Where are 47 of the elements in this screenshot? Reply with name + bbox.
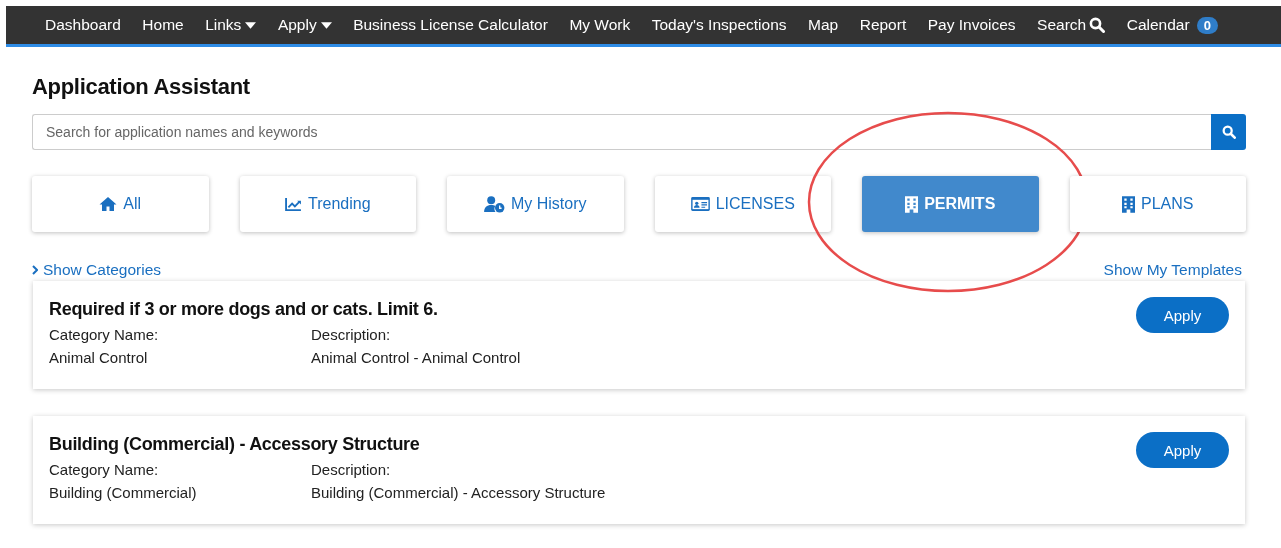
search-button[interactable] — [1211, 114, 1246, 150]
field-label: Category Name: — [49, 326, 160, 343]
apply-button[interactable]: Apply — [1136, 297, 1229, 333]
field-value: Building (Commercial) — [49, 484, 198, 501]
user-clock-icon — [483, 195, 505, 213]
category-tab[interactable]: LICENSES — [654, 176, 831, 232]
search-icon — [1089, 17, 1106, 33]
field-value: Animal Control - Animal Control — [311, 349, 521, 366]
show-templates-link[interactable]: Show My Templates — [1103, 259, 1242, 281]
field-label: Category Name: — [49, 461, 160, 478]
field-label: Description: — [311, 326, 392, 343]
application-title: Required if 3 or more dogs and or cats. Limit 6. — [49, 299, 439, 320]
caret-icon — [320, 21, 332, 29]
field-label: Description: — [311, 461, 392, 478]
chevron-right-icon — [32, 265, 38, 275]
chart-icon — [284, 197, 302, 211]
field-value: Animal Control — [49, 349, 149, 366]
nav-link[interactable]: My Work — [569, 16, 631, 34]
nav-link[interactable]: Calendar 0 — [1126, 16, 1218, 34]
nav-dropdown[interactable]: Links — [205, 16, 257, 34]
application-title: Building (Commercial) - Accessory Structure — [49, 434, 421, 455]
nav-link[interactable]: Map — [808, 16, 839, 34]
count-badge: 0 — [1196, 16, 1218, 34]
page-title: Application Assistant — [32, 74, 251, 101]
nav-link[interactable]: Today's Inspections — [651, 16, 787, 34]
category-tab[interactable]: All — [32, 176, 209, 232]
category-tab[interactable]: Trending — [239, 176, 416, 232]
nav-link[interactable]: Business License Calculator — [353, 16, 548, 34]
caret-icon — [245, 21, 257, 29]
category-tab[interactable]: PLANS — [1069, 176, 1246, 232]
category-tab[interactable]: My History — [447, 176, 624, 232]
nav-link[interactable]: Dashboard — [45, 16, 121, 34]
search-field[interactable]: Search for application names and keywords — [32, 114, 1211, 150]
category-tab[interactable]: PERMITS — [862, 176, 1039, 232]
apply-button[interactable]: Apply — [1136, 432, 1229, 468]
show-categories-link[interactable]: Show Categories — [32, 259, 162, 281]
nav-link[interactable]: Search — [1037, 16, 1106, 34]
search-icon — [1221, 125, 1236, 139]
nav-link[interactable]: Report — [859, 16, 907, 34]
nav-link[interactable]: Home — [142, 16, 184, 34]
nav-dropdown[interactable]: Apply — [277, 16, 332, 34]
nav-link[interactable]: Pay Invoices — [927, 16, 1016, 34]
field-value: Building (Commercial) - Accessory Structure — [311, 484, 606, 501]
building-icon — [905, 195, 919, 213]
id-card-icon — [690, 197, 710, 211]
home-icon — [99, 196, 118, 212]
building-icon — [1122, 195, 1135, 213]
